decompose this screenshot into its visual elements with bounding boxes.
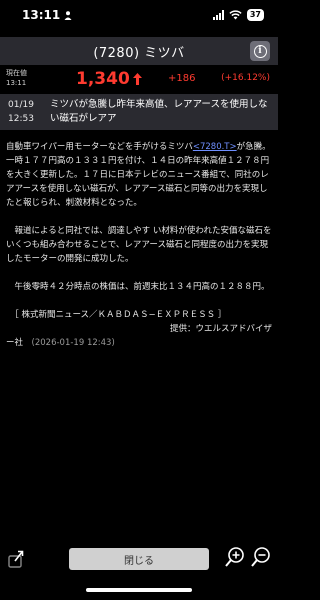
- news-header: 01/19 12:53 ミツバが急騰し昨年来高値、レアアースを使用しない磁石がレ…: [0, 94, 278, 130]
- quote-labels: 現在値 13:11: [6, 68, 27, 88]
- share-icon[interactable]: [8, 548, 26, 568]
- home-indicator[interactable]: [86, 588, 192, 592]
- article-provider-cont: ー社: [6, 338, 24, 348]
- person-icon: [64, 10, 72, 20]
- article-paragraph-1: 自動車ワイパー用モーターなどを手がけるミツバ<7280.T>が急騰。一時１７７円…: [6, 140, 272, 210]
- current-price-label: 現在値: [6, 69, 27, 77]
- battery-icon: 37: [246, 9, 264, 21]
- article-timestamp: (2026-01-19 12:43): [31, 338, 115, 348]
- quote-row: 現在値 13:11 1,340 +186 (+16.12%): [0, 65, 278, 93]
- price-change-percent: (+16.12%): [221, 73, 270, 83]
- info-button[interactable]: i: [250, 41, 270, 61]
- bottom-toolbar: 閉じる: [0, 540, 278, 576]
- news-datetime: 01/19 12:53: [8, 98, 34, 126]
- article-provider: 提供：ウエルスアドバイザ: [169, 324, 272, 334]
- status-time-group: 13:11: [22, 8, 72, 22]
- status-bar: 13:11 37: [0, 0, 278, 30]
- article-source: ［ 株式新聞ニュース／ＫＡＢＤＡＳ−ＥＸＰＲＥＳＳ ］: [6, 310, 227, 320]
- arrow-up-icon: [132, 73, 142, 85]
- zoom-out-icon[interactable]: [250, 546, 272, 568]
- article-text: 自動車ワイパー用モーターなどを手がけるミツバ: [6, 142, 193, 152]
- ticker-link[interactable]: <7280.T>: [193, 142, 237, 152]
- article-body: 自動車ワイパー用モーターなどを手がけるミツバ<7280.T>が急騰。一時１７７円…: [6, 140, 272, 350]
- info-icon: i: [253, 44, 267, 58]
- price-value: 1,340: [76, 69, 130, 89]
- news-time: 12:53: [8, 114, 34, 124]
- article-footer: ー社 (2026-01-19 12:43): [6, 336, 272, 350]
- status-indicators: 37: [212, 9, 264, 21]
- news-date: 01/19: [8, 100, 34, 110]
- article-paragraph-3: 午後零時４２分時点の株価は、前週末比１３４円高の１２８８円。: [6, 282, 270, 292]
- cellular-signal-icon: [212, 10, 224, 20]
- close-button[interactable]: 閉じる: [69, 548, 209, 570]
- status-time: 13:11: [22, 8, 61, 22]
- page-title: (7280) ミツバ: [93, 45, 185, 61]
- article-paragraph-2: 報道によると同社では、調達しやす い材料が使われた安価な磁石をいくつも組み合わせ…: [6, 226, 272, 264]
- news-title: ミツバが急騰し昨年来高値、レアアースを使用しない磁石がレアア: [50, 99, 268, 124]
- zoom-in-icon[interactable]: [224, 546, 246, 568]
- header-bar: (7280) ミツバ i: [0, 37, 278, 65]
- current-price: 1,340: [76, 69, 143, 89]
- wifi-icon: [229, 10, 242, 20]
- price-change: +186: [168, 73, 196, 84]
- quote-time: 13:11: [6, 79, 27, 87]
